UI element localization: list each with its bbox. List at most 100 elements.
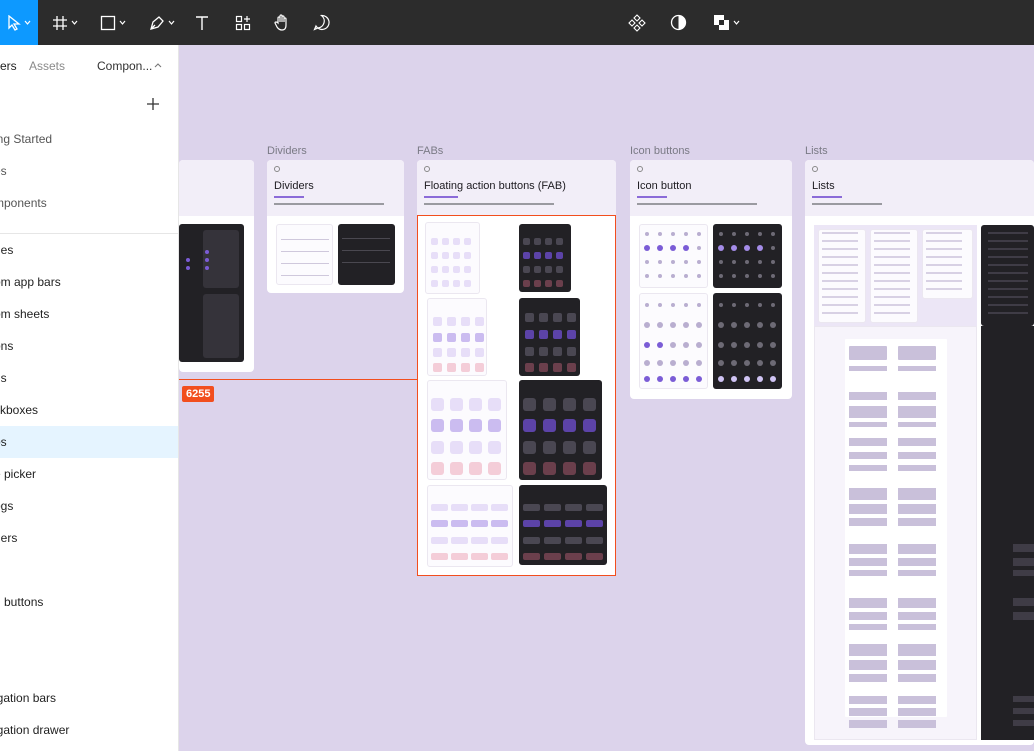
frame-dividers[interactable]: Dividers xyxy=(267,160,404,293)
page-item[interactable]: mponents xyxy=(0,196,47,210)
dialog-preview-dark xyxy=(179,224,244,362)
layer-label: n buttons xyxy=(0,595,44,609)
frame-header xyxy=(179,160,254,216)
hand-tool[interactable] xyxy=(271,0,293,45)
resources-icon xyxy=(235,15,251,30)
layer-label: igation bars xyxy=(0,691,57,705)
layer-label: ckboxes xyxy=(0,403,39,417)
frame-description xyxy=(274,203,384,205)
layer-item[interactable]: ders xyxy=(0,522,178,554)
frame-tool[interactable] xyxy=(50,0,80,45)
layer-item[interactable]: igation drawer xyxy=(0,714,178,746)
layer-item[interactable]: ds xyxy=(0,362,178,394)
radio-dot xyxy=(205,250,209,254)
selection-outline xyxy=(417,215,616,576)
frame-title-icon-buttons[interactable]: Icon buttons xyxy=(630,145,690,157)
guidelines-link xyxy=(274,196,304,198)
layer-label: e picker xyxy=(0,467,37,481)
tab-components[interactable]: Compon... xyxy=(97,59,152,73)
tab-layers[interactable]: ers xyxy=(0,59,17,73)
layer-item[interactable]: ons xyxy=(0,330,178,362)
divider-line xyxy=(281,275,329,276)
pointer-icon xyxy=(8,14,21,31)
layers-panel: ers Assets Compon... ing Started es mpon… xyxy=(0,45,179,751)
chevron-down-icon xyxy=(24,20,31,25)
radio-dot xyxy=(186,266,190,270)
divider-line xyxy=(281,239,329,240)
measure-badge: 6255 xyxy=(182,386,215,402)
layer-label: ds xyxy=(0,371,7,385)
dividers-dark-sample xyxy=(338,224,395,285)
layer-item[interactable]: u xyxy=(0,650,178,682)
layer-item[interactable]: igation bars xyxy=(0,682,178,714)
frame-title-dividers[interactable]: Dividers xyxy=(267,145,307,157)
layer-item[interactable]: ogs xyxy=(0,490,178,522)
chevron-down-icon xyxy=(119,20,126,25)
tab-assets[interactable]: Assets xyxy=(29,59,65,73)
layer-item[interactable]: ckboxes xyxy=(0,394,178,426)
layer-item[interactable]: e picker xyxy=(0,458,178,490)
layer-item[interactable]: s xyxy=(0,554,178,586)
layer-label: ons xyxy=(0,339,14,353)
comment-tool[interactable] xyxy=(311,0,331,45)
icon-button-grid xyxy=(644,232,776,382)
hand-icon xyxy=(273,13,287,31)
dialog-card xyxy=(203,294,239,358)
boolean-button[interactable] xyxy=(709,0,743,45)
shape-tool[interactable] xyxy=(98,0,128,45)
frame-title-lists[interactable]: Lists xyxy=(805,145,828,157)
layer-label: om sheets xyxy=(0,307,50,321)
frame-icon-buttons[interactable]: Icon button xyxy=(630,160,792,399)
frame-heading: Dividers xyxy=(274,180,314,192)
page-item[interactable]: ing Started xyxy=(0,132,52,146)
components-icon xyxy=(628,13,646,32)
radio-dot xyxy=(205,258,209,262)
contrast-button[interactable] xyxy=(668,0,688,45)
text-tool[interactable] xyxy=(192,0,212,45)
layer-item[interactable]: ges xyxy=(0,234,178,266)
chevron-down-icon xyxy=(168,20,175,25)
panel-tabs: ers Assets Compon... xyxy=(0,45,178,87)
frame-title-fabs[interactable]: FABs xyxy=(417,145,443,157)
contrast-icon xyxy=(670,14,686,31)
frame-header: Dividers xyxy=(267,160,404,216)
resources-tool[interactable] xyxy=(233,0,253,45)
chevron-up-icon[interactable] xyxy=(154,63,162,68)
layer-label: os xyxy=(0,435,7,449)
layer-item[interactable]: om app bars xyxy=(0,266,178,298)
page-item[interactable]: es xyxy=(0,164,7,178)
divider-line xyxy=(281,251,329,252)
move-tool[interactable] xyxy=(0,0,38,45)
rectangle-icon xyxy=(100,15,116,30)
measure-line xyxy=(179,379,417,380)
dividers-light-sample xyxy=(276,224,333,285)
layer-label: ges xyxy=(0,243,14,257)
layer-item[interactable]: n buttons xyxy=(0,586,178,618)
radio-dot xyxy=(186,258,190,262)
layer-label: u xyxy=(0,659,1,673)
frame-icon xyxy=(53,15,67,30)
chevron-down-icon xyxy=(71,20,78,25)
layer-item-selected[interactable]: os xyxy=(0,426,178,458)
add-page-icon[interactable] xyxy=(146,97,160,111)
chevron-down-icon xyxy=(733,20,739,25)
divider-line xyxy=(281,263,329,264)
divider-line xyxy=(342,262,390,263)
layer-label: igation drawer xyxy=(0,723,70,737)
components-button[interactable] xyxy=(627,0,647,45)
layer-item[interactable]: om sheets xyxy=(0,298,178,330)
frame-icon xyxy=(274,166,280,172)
pen-icon xyxy=(150,15,164,30)
layer-item[interactable]: s xyxy=(0,618,178,650)
frame-lists[interactable]: Lists xyxy=(805,160,1034,745)
boolean-icon xyxy=(713,15,729,30)
layer-label: ders xyxy=(0,531,18,545)
frame-dialogs[interactable] xyxy=(179,160,254,372)
divider-line xyxy=(342,238,390,239)
divider-line xyxy=(342,250,390,251)
layer-label: om app bars xyxy=(0,275,61,289)
radio-dot xyxy=(205,266,209,270)
pen-tool[interactable] xyxy=(145,0,179,45)
list-rows xyxy=(822,232,1034,728)
text-icon xyxy=(196,15,208,30)
